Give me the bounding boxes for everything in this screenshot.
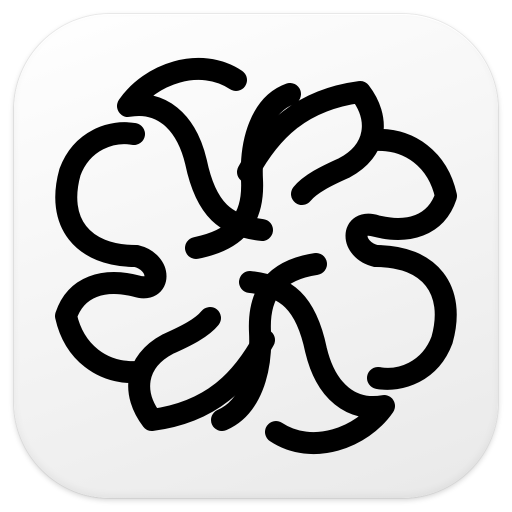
knot-left-upper: [55, 122, 147, 267]
icon-stage: [0, 0, 512, 512]
celtic-knot-icon: [55, 57, 457, 455]
knot-right-lower: [365, 245, 457, 390]
